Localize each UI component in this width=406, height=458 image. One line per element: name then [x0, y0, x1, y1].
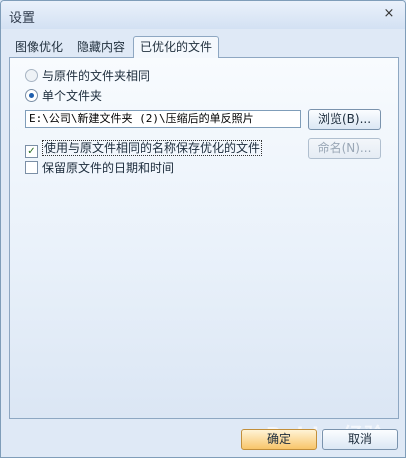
rename-button[interactable]: 命名(N)...: [308, 138, 381, 159]
cancel-button[interactable]: 取消: [322, 429, 398, 450]
tab-optimized-files[interactable]: 已优化的文件: [133, 36, 220, 58]
folder-path-input[interactable]: [25, 110, 301, 128]
tab-image-optimization[interactable]: 图像优化: [9, 38, 69, 57]
optimized-files-panel: 与原件的文件夹相同 单个文件夹 浏览(B)... ✓ 使用与原文件相同的名称保存优…: [9, 57, 399, 419]
check-same-name-label: 使用与原文件相同的名称保存优化的文件: [42, 140, 263, 156]
radio-single-folder[interactable]: 单个文件夹: [25, 88, 102, 104]
dialog-title: 设置: [9, 11, 36, 26]
settings-dialog: 设置 × 图像优化 隐藏内容 已优化的文件 与原件的文件夹相同 单个文件夹 浏览…: [0, 0, 406, 458]
ok-button[interactable]: 确定: [241, 429, 317, 450]
check-keep-date[interactable]: 保留原文件的日期和时间: [25, 160, 174, 176]
radio-single-folder-label: 单个文件夹: [42, 89, 103, 103]
radio-same-folder[interactable]: 与原件的文件夹相同: [25, 68, 150, 84]
checkbox-unchecked[interactable]: [25, 161, 38, 174]
radio-same-folder-label: 与原件的文件夹相同: [42, 69, 151, 83]
radio-button-selected[interactable]: [25, 89, 38, 102]
check-same-name[interactable]: ✓ 使用与原文件相同的名称保存优化的文件: [25, 140, 263, 158]
checkbox-checked[interactable]: ✓: [25, 145, 38, 158]
title-bar[interactable]: 设置 ×: [1, 1, 405, 29]
close-icon[interactable]: ×: [381, 6, 397, 22]
radio-button-unselected[interactable]: [25, 69, 38, 82]
check-keep-date-label: 保留原文件的日期和时间: [42, 161, 175, 175]
tab-hidden-content[interactable]: 隐藏内容: [71, 38, 131, 57]
tab-strip: 图像优化 隐藏内容 已优化的文件: [9, 36, 399, 58]
browse-button[interactable]: 浏览(B)...: [308, 109, 381, 130]
